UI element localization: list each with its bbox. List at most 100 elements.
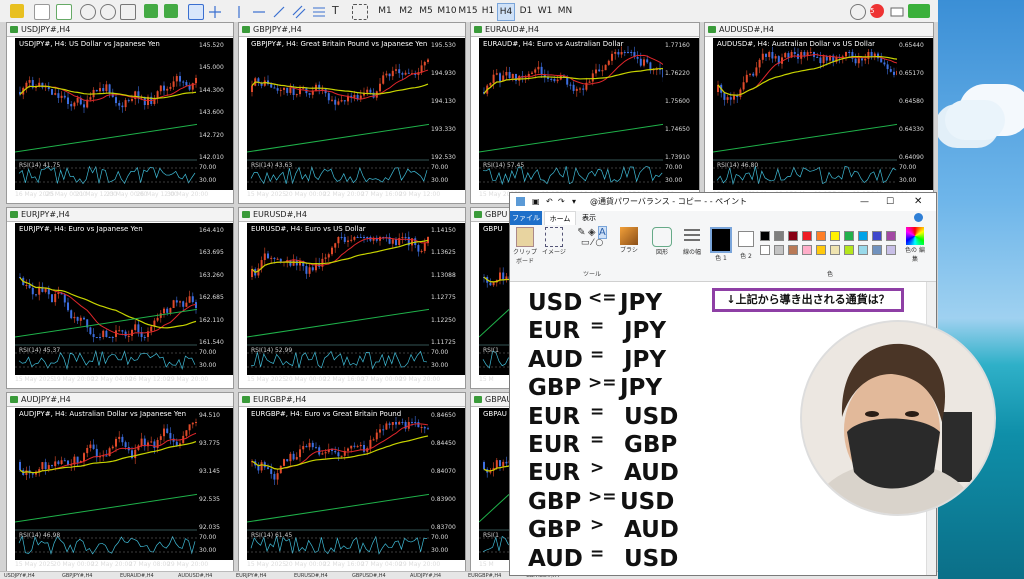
save-icon[interactable]: ▣ bbox=[532, 193, 540, 211]
maximize-icon[interactable]: ☐ bbox=[886, 193, 894, 211]
fibonacci-icon[interactable] bbox=[312, 4, 326, 18]
tf-m5[interactable]: M5 bbox=[417, 3, 435, 19]
zoom-out-icon[interactable] bbox=[100, 4, 116, 20]
redo-icon[interactable]: ↷ bbox=[558, 193, 565, 211]
minimize-icon[interactable]: — bbox=[860, 193, 869, 211]
palette-swatch[interactable] bbox=[760, 231, 770, 241]
palette-swatch[interactable] bbox=[802, 245, 812, 255]
palette-swatch[interactable] bbox=[844, 245, 854, 255]
help-icon[interactable] bbox=[914, 213, 923, 222]
chart-tab[interactable]: AUDUSD#,H4 bbox=[178, 573, 212, 579]
palette-swatch[interactable] bbox=[774, 231, 784, 241]
vertical-line-icon[interactable] bbox=[232, 4, 246, 18]
trendline-icon[interactable] bbox=[272, 4, 286, 18]
color2-button[interactable]: 色 2 bbox=[736, 227, 756, 260]
chart-tab[interactable]: EURGBP#,H4 bbox=[468, 573, 501, 579]
chart-plot[interactable]: EURJPY#, H4: Euro vs Japanese Yen RSI(14)… bbox=[15, 223, 197, 375]
label-tool-icon[interactable] bbox=[352, 4, 368, 20]
shapes-group[interactable]: 図形 bbox=[648, 227, 676, 256]
chart-window[interactable]: EURUSD#,H4 EURUSD#, H4: Euro vs US Dollar… bbox=[238, 207, 466, 389]
tab-view[interactable]: 表示 bbox=[582, 211, 596, 225]
chart-tab[interactable]: USDJPY#,H4 bbox=[4, 573, 35, 579]
palette-swatch[interactable] bbox=[886, 231, 896, 241]
picker-icon[interactable]: ⁄ bbox=[592, 238, 594, 248]
palette-swatch[interactable] bbox=[816, 245, 826, 255]
mail-icon[interactable] bbox=[890, 4, 904, 18]
indicator-icon[interactable] bbox=[34, 4, 50, 20]
brush-group[interactable]: ブラシ bbox=[616, 227, 642, 254]
search-icon[interactable] bbox=[850, 4, 866, 20]
tf-d1[interactable]: D1 bbox=[518, 3, 534, 19]
tf-m2[interactable]: M2 bbox=[397, 3, 415, 19]
magnifier-icon[interactable]: ○ bbox=[595, 238, 603, 248]
chart-tab[interactable]: EURJPY#,H4 bbox=[236, 573, 266, 579]
chart-window[interactable]: EURGBP#,H4 EURGBP#, H4: Euro vs Great Bri… bbox=[238, 392, 466, 574]
channel-icon[interactable] bbox=[292, 4, 306, 19]
auto-scroll-icon[interactable] bbox=[144, 4, 158, 18]
chart-window[interactable]: USDJPY#,H4 USDJPY#, H4: US Dollar vs Japa… bbox=[6, 22, 234, 204]
chart-plot[interactable]: GBPJPY#, H4: Great Britain Pound vs Japa… bbox=[247, 38, 429, 190]
chart-plot[interactable]: EURAUD#, H4: Euro vs Australian Dollar RS… bbox=[479, 38, 663, 190]
chart-shift-icon[interactable] bbox=[164, 4, 178, 18]
chart-window[interactable]: GBPU GBPU RSI(1 15 M bbox=[470, 207, 510, 389]
color1-button[interactable]: 色 1 bbox=[710, 227, 732, 262]
horizontal-line-icon[interactable] bbox=[252, 4, 266, 18]
chart-plot[interactable]: USDJPY#, H4: US Dollar vs Japanese Yen RS… bbox=[15, 38, 197, 190]
chart-window[interactable]: EURJPY#,H4 EURJPY#, H4: Euro vs Japanese … bbox=[6, 207, 234, 389]
notification-icon[interactable]: 5 bbox=[870, 4, 884, 18]
palette-swatch[interactable] bbox=[760, 245, 770, 255]
palette-swatch[interactable] bbox=[816, 231, 826, 241]
undo-icon[interactable]: ↶ bbox=[546, 193, 553, 211]
eraser-icon[interactable]: ▭ bbox=[581, 238, 590, 248]
chart-tab[interactable]: EURAUD#,H4 bbox=[120, 573, 154, 579]
edit-colors-button[interactable]: 色の 編集 bbox=[903, 227, 927, 263]
palette-swatch[interactable] bbox=[844, 231, 854, 241]
chart-window[interactable]: EURAUD#,H4 EURAUD#, H4: Euro vs Australia… bbox=[470, 22, 700, 204]
clipboard-group[interactable]: クリップ ボード bbox=[512, 227, 538, 265]
chart-tab[interactable]: AUDJPY#,H4 bbox=[410, 573, 441, 579]
chart-plot[interactable]: EURUSD#, H4: Euro vs US Dollar RSI(14) 52… bbox=[247, 223, 429, 375]
tf-mn[interactable]: MN bbox=[556, 3, 574, 19]
palette-swatch[interactable] bbox=[858, 245, 868, 255]
tab-home[interactable]: ホーム bbox=[544, 211, 576, 225]
chart-window[interactable]: AUDJPY#,H4 AUDJPY#, H4: Australian Dollar… bbox=[6, 392, 234, 574]
fill-icon[interactable]: ◈ bbox=[588, 227, 596, 238]
palette-swatch[interactable] bbox=[788, 245, 798, 255]
zoom-in-icon[interactable] bbox=[80, 4, 96, 20]
line-width-group[interactable]: 線の幅 bbox=[678, 227, 706, 256]
chart-type-icon[interactable] bbox=[56, 4, 72, 20]
palette-swatch[interactable] bbox=[774, 245, 784, 255]
palette-swatch[interactable] bbox=[886, 245, 896, 255]
chart-window[interactable]: AUDUSD#,H4 AUDUSD#, H4: Australian Dollar… bbox=[704, 22, 934, 204]
palette-swatch[interactable] bbox=[872, 231, 882, 241]
tf-w1[interactable]: W1 bbox=[537, 3, 553, 19]
palette-swatch[interactable] bbox=[830, 245, 840, 255]
chart-plot[interactable]: GBPU RSI(1 bbox=[479, 223, 509, 375]
chart-window[interactable]: GBPAU GBPAU RSI(1 15 M bbox=[470, 392, 510, 574]
new-chart-icon[interactable] bbox=[10, 4, 24, 18]
cursor-icon[interactable] bbox=[188, 4, 204, 20]
menu-file[interactable]: ファイル bbox=[510, 211, 542, 225]
crosshair-icon[interactable] bbox=[208, 4, 222, 18]
close-icon[interactable]: ✕ bbox=[914, 193, 922, 211]
pencil-icon[interactable]: ✎ bbox=[577, 227, 585, 238]
chart-plot[interactable]: AUDJPY#, H4: Australian Dollar vs Japane… bbox=[15, 408, 197, 560]
chart-tab[interactable]: EURUSD#,H4 bbox=[294, 573, 328, 579]
palette-swatch[interactable] bbox=[872, 245, 882, 255]
tf-h1[interactable]: H1 bbox=[480, 3, 496, 19]
image-group[interactable]: イメージ bbox=[540, 227, 568, 256]
quick-access-icon[interactable]: ▾ bbox=[572, 193, 576, 211]
chart-plot[interactable]: EURGBP#, H4: Euro vs Great Britain Pound… bbox=[247, 408, 429, 560]
palette-swatch[interactable] bbox=[802, 231, 812, 241]
palette-swatch[interactable] bbox=[788, 231, 798, 241]
tf-m1[interactable]: M1 bbox=[376, 3, 394, 19]
chart-plot[interactable]: GBPAU RSI(1 bbox=[479, 408, 509, 560]
chart-tab[interactable]: GBPJPY#,H4 bbox=[62, 573, 92, 579]
palette-swatch[interactable] bbox=[858, 231, 868, 241]
chart-tab[interactable]: GBPUSD#,H4 bbox=[352, 573, 386, 579]
tf-m15[interactable]: M15 bbox=[458, 3, 478, 19]
chart-plot[interactable]: AUDUSD#, H4: Australian Dollar vs US Dol… bbox=[713, 38, 897, 190]
tile-windows-icon[interactable] bbox=[120, 4, 136, 20]
chart-window[interactable]: GBPJPY#,H4 GBPJPY#, H4: Great Britain Pou… bbox=[238, 22, 466, 204]
palette-swatch[interactable] bbox=[830, 231, 840, 241]
